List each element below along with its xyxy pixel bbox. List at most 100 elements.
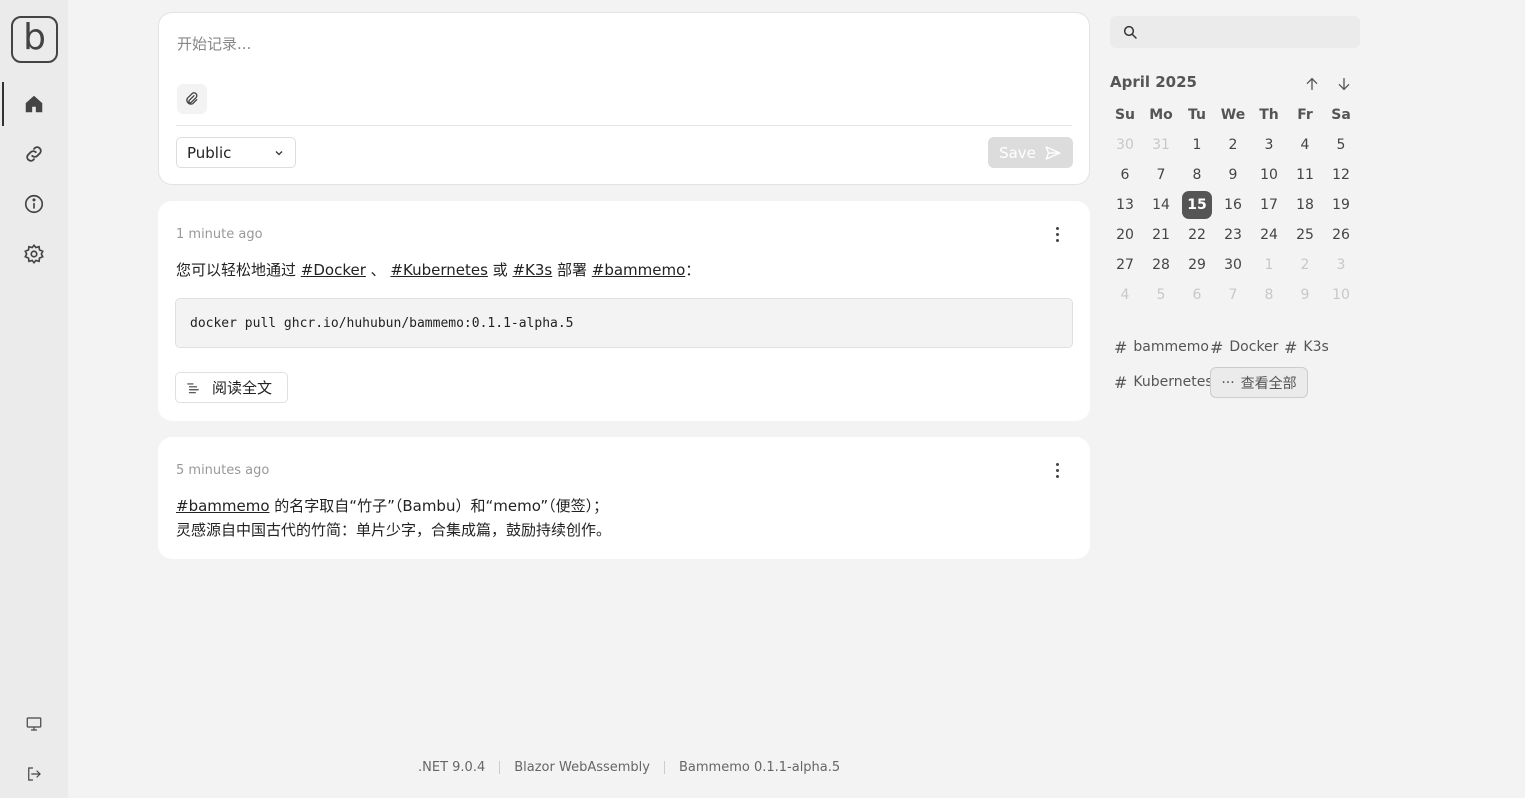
calendar-day[interactable]: 16 [1215, 190, 1251, 220]
read-full-button[interactable]: 阅读全文 [175, 372, 288, 403]
calendar-day[interactable]: 8 [1251, 280, 1287, 310]
calendar-day[interactable]: 10 [1323, 280, 1359, 310]
logout-icon [28, 767, 41, 781]
footer: .NET 9.0.4 Blazor WebAssembly Bammemo 0.… [418, 760, 840, 775]
calendar-day[interactable]: 8 [1179, 160, 1215, 190]
calendar-day[interactable]: 1 [1179, 130, 1215, 160]
sidebar-item-about[interactable] [0, 186, 68, 222]
sidebar-item-home[interactable] [0, 82, 68, 126]
calendar-day[interactable]: 26 [1323, 220, 1359, 250]
search-icon [1123, 25, 1137, 39]
calendar-day[interactable]: 20 [1107, 220, 1143, 250]
calendar-day[interactable]: 5 [1143, 280, 1179, 310]
calendar-day[interactable]: 22 [1179, 220, 1215, 250]
calendar-prev-button[interactable] [1302, 74, 1322, 94]
memo-composer: 开始记录... Public Save [158, 12, 1090, 185]
weekday-label: Th [1259, 107, 1279, 123]
tag-item-kubernetes[interactable]: # Kubernetes [1114, 370, 1213, 394]
calendar-day[interactable]: 10 [1251, 160, 1287, 190]
tag-item-docker[interactable]: # Docker [1210, 335, 1278, 359]
calendar-day[interactable]: 30 [1107, 130, 1143, 160]
home-icon [25, 95, 43, 113]
calendar-day[interactable]: 5 [1323, 130, 1359, 160]
tag-link-k3s[interactable]: #K3s [512, 261, 552, 279]
tag-item-k3s[interactable]: # K3s [1284, 335, 1329, 359]
calendar-day[interactable]: 7 [1143, 160, 1179, 190]
arrow-up-icon [1306, 77, 1318, 90]
tag-link-bammemo[interactable]: #bammemo [176, 497, 270, 515]
calendar-day[interactable]: 9 [1215, 160, 1251, 190]
code-block: docker pull ghcr.io/huhubun/bammemo:0.1.… [175, 298, 1073, 348]
calendar-day[interactable]: 2 [1215, 130, 1251, 160]
attach-button[interactable] [177, 84, 207, 114]
calendar-day[interactable]: 3 [1251, 130, 1287, 160]
tag-link-bammemo[interactable]: #bammemo [592, 261, 686, 279]
tag-item-bammemo[interactable]: # bammemo [1114, 335, 1209, 359]
arrow-down-icon [1338, 78, 1350, 91]
sidebar-item-settings[interactable] [0, 236, 68, 272]
view-all-tags-button[interactable]: ··· 查看全部 [1210, 367, 1308, 398]
monitor-icon [26, 717, 42, 731]
calendar-day[interactable]: 6 [1179, 280, 1215, 310]
footer-separator [664, 761, 665, 774]
composer-divider [176, 125, 1072, 126]
calendar-day[interactable]: 13 [1107, 190, 1143, 220]
save-button[interactable]: Save [988, 137, 1073, 168]
hash-icon: # [1210, 337, 1224, 357]
calendar-day[interactable]: 6 [1107, 160, 1143, 190]
footer-separator [499, 761, 501, 774]
calendar-day[interactable]: 12 [1323, 160, 1359, 190]
calendar-day[interactable]: 25 [1287, 220, 1323, 250]
calendar-day[interactable]: 11 [1287, 160, 1323, 190]
text-align-icon [187, 382, 199, 393]
calendar-day[interactable]: 21 [1143, 220, 1179, 250]
memo-time: 1 minute ago [176, 227, 263, 242]
calendar-day[interactable]: 1 [1251, 250, 1287, 280]
memo-content: 您可以轻松地通过 #Docker 、 #Kubernetes 或 #K3s 部署… [176, 261, 701, 279]
search-box [1110, 16, 1360, 48]
footer-framework: Blazor WebAssembly [514, 760, 650, 775]
calendar-day[interactable]: 4 [1287, 130, 1323, 160]
send-icon [1045, 145, 1061, 160]
calendar-day[interactable]: 19 [1323, 190, 1359, 220]
more-options-icon[interactable] [1050, 224, 1064, 244]
more-options-icon[interactable] [1050, 460, 1064, 480]
calendar-day-today[interactable]: 15 [1179, 190, 1215, 220]
calendar-day[interactable]: 28 [1143, 250, 1179, 280]
calendar-day[interactable]: 31 [1143, 130, 1179, 160]
weekday-label: Mo [1149, 107, 1173, 123]
calendar-day[interactable]: 23 [1215, 220, 1251, 250]
calendar-day[interactable]: 4 [1107, 280, 1143, 310]
calendar-day[interactable]: 29 [1179, 250, 1215, 280]
visibility-select[interactable]: Public [176, 137, 296, 168]
view-all-label: 查看全部 [1240, 375, 1297, 392]
calendar-week: 6 7 8 9 10 11 12 [1107, 160, 1359, 190]
hash-icon: # [1114, 337, 1128, 357]
tag-link-kubernetes[interactable]: #Kubernetes [390, 261, 487, 279]
calendar-week: 13 14 15 16 17 18 19 [1107, 190, 1359, 220]
save-label: Save [999, 143, 1036, 162]
memo-input[interactable]: 开始记录... [177, 33, 251, 54]
calendar-day[interactable]: 2 [1287, 250, 1323, 280]
calendar-day[interactable]: 18 [1287, 190, 1323, 220]
app-logo[interactable]: b [11, 16, 58, 63]
calendar-day[interactable]: 27 [1107, 250, 1143, 280]
calendar-day[interactable]: 9 [1287, 280, 1323, 310]
calendar-day[interactable]: 17 [1251, 190, 1287, 220]
tag-link-docker[interactable]: #Docker [301, 261, 366, 279]
calendar-week: 20 21 22 23 24 25 26 [1107, 220, 1359, 250]
calendar-day[interactable]: 24 [1251, 220, 1287, 250]
memo-time: 5 minutes ago [176, 463, 270, 478]
memo-card: 1 minute ago 您可以轻松地通过 #Docker 、 #Kuberne… [158, 201, 1090, 421]
visibility-value: Public [187, 143, 232, 162]
search-input[interactable] [1146, 16, 1354, 48]
sidebar-item-links[interactable] [0, 136, 68, 172]
sidebar-item-display[interactable] [0, 706, 68, 742]
calendar-day[interactable]: 7 [1215, 280, 1251, 310]
calendar-next-button[interactable] [1334, 74, 1354, 94]
sidebar-item-logout[interactable] [0, 756, 68, 792]
calendar-day[interactable]: 14 [1143, 190, 1179, 220]
calendar-day[interactable]: 3 [1323, 250, 1359, 280]
calendar-day[interactable]: 30 [1215, 250, 1251, 280]
weekday-label: Fr [1297, 107, 1313, 123]
